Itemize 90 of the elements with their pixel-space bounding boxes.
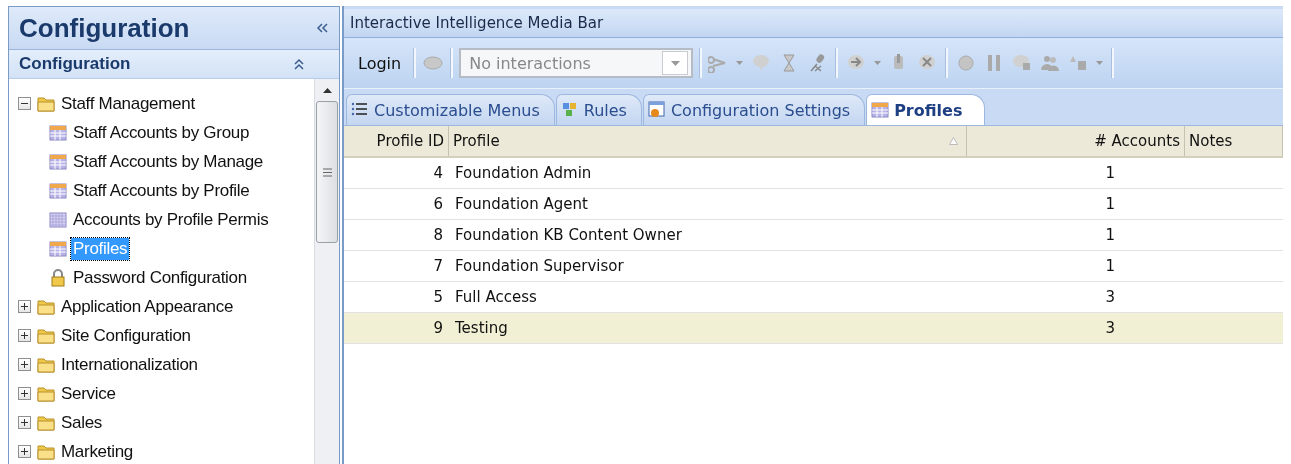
tab[interactable]: Customizable Menus (346, 94, 555, 125)
collapse-section-icon[interactable] (293, 58, 305, 70)
plus-icon (19, 389, 29, 398)
folder-icon (37, 442, 55, 461)
table-cell-text: 8 (432, 226, 444, 244)
table-cell-text: 4 (432, 164, 444, 182)
table-cell-text: Foundation Admin (454, 164, 593, 182)
table-cell-text: Foundation Agent (454, 195, 589, 213)
table-cell-text: 7 (432, 257, 444, 275)
collapse-button[interactable] (315, 21, 331, 35)
table-icon (49, 239, 67, 258)
table-cell-text: Full Access (454, 288, 538, 306)
folder-icon (37, 384, 55, 403)
table-cell-text: 1 (1104, 226, 1116, 244)
grip-icon (322, 167, 332, 177)
table-icon (871, 101, 890, 119)
tree-item[interactable]: Site Configuration (59, 324, 193, 347)
expand-toggle[interactable] (17, 300, 31, 313)
dropdown-arrow-icon (670, 60, 680, 66)
column-header[interactable]: Profile ID (344, 126, 449, 156)
tree-item[interactable]: Internationalization (59, 353, 200, 376)
tree-item[interactable]: Service (59, 382, 118, 405)
table-cell-text: 1 (1104, 164, 1116, 182)
table-cell-text: Testing (454, 319, 509, 337)
folder-icon (37, 94, 55, 113)
sort-icon (949, 137, 958, 145)
tree-item[interactable]: Staff Accounts by Profile (71, 179, 252, 202)
folder-icon (37, 355, 55, 374)
padlock-icon (49, 268, 67, 287)
tab[interactable]: Profiles (866, 94, 986, 125)
plus-icon (19, 331, 29, 340)
plus-icon (19, 360, 29, 369)
table-cell-text: Foundation Supervisor (454, 257, 625, 275)
scroll-up-icon[interactable] (322, 87, 332, 93)
column-header[interactable]: Profile (449, 126, 967, 156)
table-row[interactable]: 6 Foundation Agent 1 (344, 189, 1283, 220)
table-cell-text: 9 (432, 319, 444, 337)
column-header[interactable]: Notes (1185, 126, 1283, 156)
dropdown-arrow-icon[interactable] (736, 61, 744, 65)
cubes-icon (560, 101, 579, 119)
expand-toggle[interactable] (17, 416, 31, 429)
table-icon (49, 123, 67, 142)
table-cell-text: Foundation KB Content Owner (454, 226, 683, 244)
plus-icon (19, 302, 29, 311)
bubble-lock-icon[interactable] (1012, 53, 1033, 73)
folder-icon (37, 297, 55, 316)
expand-toggle[interactable] (17, 329, 31, 342)
table-cell-text: 3 (1104, 319, 1116, 337)
table-cell-text: 1 (1104, 257, 1116, 275)
tree-item[interactable]: Staff Accounts by Manage (71, 150, 265, 173)
panel-title: Configuration (19, 12, 190, 44)
table-row[interactable]: 8 Foundation KB Content Owner 1 (344, 220, 1283, 251)
collapse-toggle[interactable] (17, 97, 31, 110)
scrollbar-thumb[interactable] (316, 101, 338, 243)
tree-item[interactable]: Password Configuration (71, 266, 249, 289)
vertical-scrollbar[interactable] (314, 79, 339, 464)
table-row[interactable]: 4 Foundation Admin 1 (344, 158, 1283, 189)
tree-item[interactable]: Staff Management (59, 92, 197, 115)
tree-item[interactable]: Marketing (59, 440, 135, 463)
table-row[interactable]: 9 Testing 3 (344, 313, 1283, 344)
expand-toggle[interactable] (17, 358, 31, 371)
table-cell-text: 3 (1104, 288, 1116, 306)
plus-icon (19, 447, 29, 456)
tab[interactable]: Configuration Settings (642, 94, 866, 125)
dropdown-arrow-icon[interactable] (874, 61, 882, 65)
table-row[interactable]: 7 Foundation Supervisor 1 (344, 251, 1283, 282)
expand-toggle[interactable] (17, 445, 31, 458)
dropdown-arrow-icon[interactable] (1096, 61, 1104, 65)
expand-toggle[interactable] (17, 387, 31, 400)
grid-icon (49, 210, 67, 229)
table-cell-text: 1 (1104, 195, 1116, 213)
window-icon (647, 101, 666, 119)
tab[interactable]: Rules (555, 94, 642, 125)
login-button[interactable]: Login (352, 49, 408, 77)
table-cell-text: 5 (432, 288, 444, 306)
table-icon (49, 181, 67, 200)
tree-item[interactable]: Application Appearance (59, 295, 236, 318)
folder-icon (37, 413, 55, 432)
table-icon (49, 152, 67, 171)
tree-item[interactable]: Sales (59, 411, 105, 434)
section-title: Configuration (19, 54, 131, 74)
tree-item[interactable]: Accounts by Profile Permis (71, 208, 271, 231)
plus-icon (19, 418, 29, 427)
record-icon[interactable] (956, 53, 977, 73)
table-cell-text: 6 (432, 195, 444, 213)
window-title: Interactive Intelligence Media Bar (350, 14, 604, 32)
people-icon[interactable] (1040, 53, 1061, 73)
folder-icon (37, 326, 55, 345)
column-header[interactable]: # Accounts (967, 126, 1185, 156)
tree-item[interactable]: Staff Accounts by Group (71, 121, 252, 144)
